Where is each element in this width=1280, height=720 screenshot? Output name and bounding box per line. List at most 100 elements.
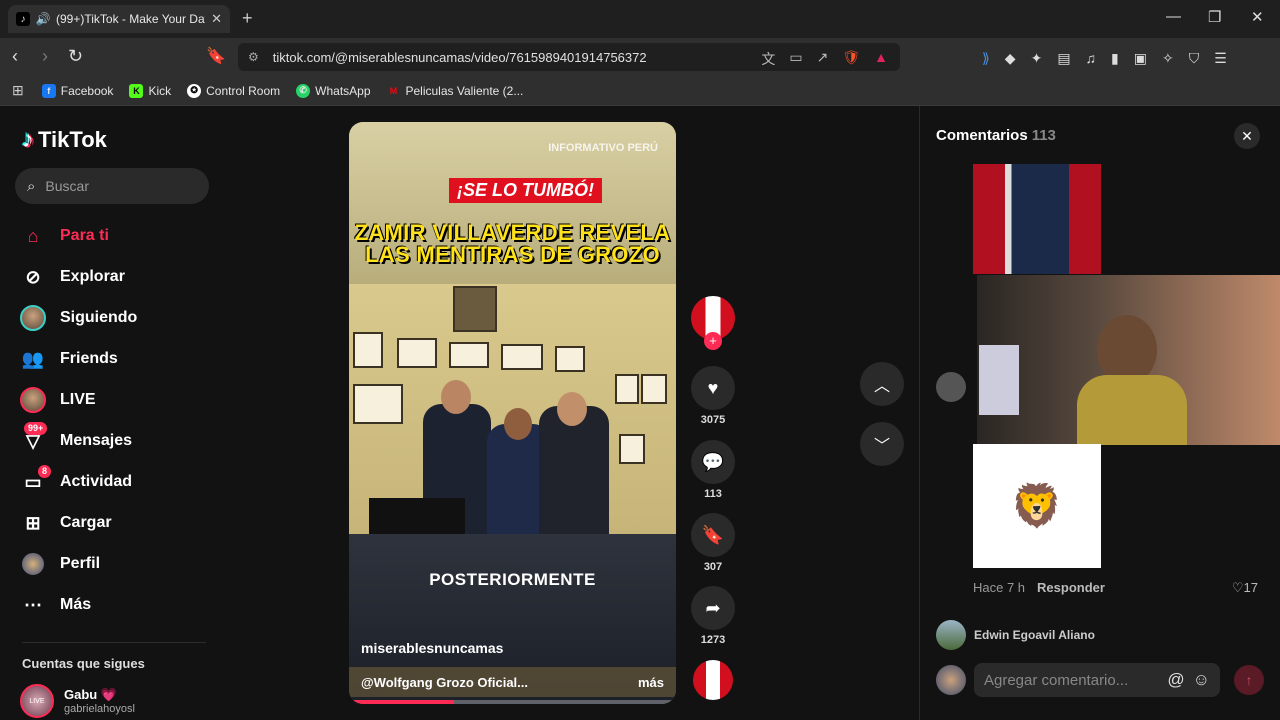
bookmark-control-room[interactable]: ✪ Control Room bbox=[187, 83, 280, 98]
sidebar-item-label: Más bbox=[60, 596, 92, 613]
previous-video-button[interactable]: ︿ bbox=[860, 362, 904, 406]
vpn-icon[interactable]: ⛉ bbox=[1189, 50, 1200, 67]
comment-input[interactable]: Agregar comentario... @ ☺ bbox=[974, 663, 1220, 697]
comment-like-button[interactable]: ♡17 bbox=[1232, 580, 1258, 596]
commenter-avatar[interactable] bbox=[936, 372, 966, 402]
share-button[interactable]: ➦ 1273 bbox=[690, 586, 736, 646]
following-avatar-icon bbox=[20, 305, 46, 331]
next-video-button[interactable]: ﹀ bbox=[860, 422, 904, 466]
following-name: Gabu bbox=[64, 687, 98, 702]
mention-icon[interactable]: @ bbox=[1167, 670, 1184, 690]
heart-icon: ♥ bbox=[691, 366, 735, 410]
sidebar-item-para-ti[interactable]: ⌂ Para ti bbox=[20, 223, 109, 249]
chevron-up-icon: ︿ bbox=[873, 378, 890, 395]
search-icon: ⌕ bbox=[27, 177, 36, 195]
address-bar[interactable]: ⚙ tiktok.com/@miserablesnuncamas/video/7… bbox=[238, 43, 900, 71]
send-comment-icon[interactable]: ↑ bbox=[1234, 665, 1264, 695]
tiktok-favicon-icon: ♪ bbox=[16, 12, 30, 26]
site-settings-icon[interactable]: ⚙ bbox=[248, 50, 259, 64]
browser-tab[interactable]: ♪ 🔊 (99+)TikTok - Make Your Day ✕ bbox=[8, 5, 230, 33]
reload-icon[interactable]: ↻ bbox=[68, 46, 83, 67]
bookmark-kick[interactable]: K Kick bbox=[129, 83, 171, 98]
emoji-icon[interactable]: ☺ bbox=[1193, 670, 1210, 690]
reader-icon[interactable]: ▤ bbox=[1057, 50, 1070, 67]
video-red-headline: ¡SE LO TUMBÓ! bbox=[449, 178, 602, 203]
follow-plus-icon[interactable]: + bbox=[704, 332, 722, 350]
search-input[interactable]: ⌕ Buscar bbox=[15, 168, 209, 204]
extension-1-icon[interactable]: ◆ bbox=[1005, 50, 1016, 67]
like-button[interactable]: ♥ 3075 bbox=[690, 366, 736, 426]
activity-badge: 8 bbox=[38, 465, 52, 478]
home-icon: ⌂ bbox=[27, 225, 39, 246]
menu-icon[interactable]: ☰ bbox=[1214, 50, 1227, 67]
forward-icon[interactable]: › bbox=[42, 46, 48, 67]
sidebar-item-perfil[interactable]: Perfil bbox=[20, 551, 100, 577]
back-icon[interactable]: ‹ bbox=[12, 46, 18, 67]
brand-name: TikTok bbox=[38, 127, 107, 152]
comment-item[interactable]: Edwin Egoavil Aliano bbox=[936, 620, 1095, 650]
cast-icon[interactable]: ▭ bbox=[789, 49, 802, 69]
video-progress-bar[interactable] bbox=[349, 700, 676, 704]
new-tab-icon[interactable]: + bbox=[242, 8, 253, 29]
sidebar-item-mas[interactable]: ⋯ Más bbox=[20, 592, 91, 618]
media-icon[interactable]: ♫ bbox=[1086, 50, 1097, 67]
brave-rewards-icon[interactable]: ▲ bbox=[874, 49, 888, 69]
sidebar-item-explorar[interactable]: ⊘ Explorar bbox=[20, 264, 124, 290]
video-player[interactable]: INFORMATIVO PERÚ ¡SE LO TUMBÓ! ZAMIR VIL… bbox=[349, 122, 676, 704]
bookmark-peliculas[interactable]: M Peliculas Valiente (2... bbox=[387, 84, 524, 98]
close-comments-icon[interactable]: ✕ bbox=[1234, 123, 1260, 149]
like-count: 3075 bbox=[700, 414, 726, 426]
creator-avatar[interactable]: + bbox=[690, 296, 736, 350]
sidebar-item-cargar[interactable]: ⊞ Cargar bbox=[20, 510, 112, 536]
share-count: 1273 bbox=[700, 634, 726, 646]
minimize-icon[interactable]: — bbox=[1166, 8, 1181, 25]
window-close-icon[interactable]: ✕ bbox=[1251, 8, 1264, 26]
sidebar-item-label: Friends bbox=[60, 350, 118, 367]
sound-avatar[interactable] bbox=[690, 660, 736, 700]
peru-flag-avatar: + bbox=[691, 296, 735, 350]
following-section-title: Cuentas que sigues bbox=[22, 656, 145, 671]
leo-icon[interactable]: ✧ bbox=[1162, 50, 1174, 67]
live-icon bbox=[20, 387, 46, 413]
following-account[interactable]: LIVE Gabu 💗 gabrielahoyosl bbox=[20, 684, 135, 718]
wallet-2-icon[interactable]: ▣ bbox=[1134, 50, 1147, 67]
share-icon[interactable]: ↗ bbox=[817, 49, 829, 69]
control-room-icon: ✪ bbox=[187, 83, 202, 98]
kick-icon: K bbox=[129, 83, 144, 98]
sidebar-item-live[interactable]: LIVE bbox=[20, 387, 96, 413]
apps-grid-icon[interactable]: ⊞ bbox=[12, 82, 24, 99]
sidebar-item-siguiendo[interactable]: Siguiendo bbox=[20, 305, 137, 331]
tiktok-logo[interactable]: ♪ TikTok bbox=[22, 126, 107, 154]
bookmark-facebook[interactable]: f Facebook bbox=[41, 83, 113, 98]
video-progress-fill bbox=[349, 700, 454, 704]
video-headline-line1: ZAMIR VILLAVERDE REVELA bbox=[354, 220, 671, 245]
sidebar-item-mensajes[interactable]: ▽ 99+ Mensajes bbox=[20, 422, 132, 454]
sidebar: ♪ TikTok ⌕ Buscar ⌂ Para ti ⊘ Explorar S… bbox=[0, 106, 220, 720]
bookmark-whatsapp[interactable]: ✆ WhatsApp bbox=[296, 83, 371, 98]
more-link[interactable]: más bbox=[638, 675, 664, 690]
comments-title: Comentarios 113 bbox=[936, 127, 1056, 144]
extensions-icon[interactable]: ✦ bbox=[1031, 50, 1043, 67]
heart-emoji-icon: 💗 bbox=[100, 687, 118, 702]
sidebar-item-actividad[interactable]: ▭ 8 Actividad bbox=[20, 465, 132, 495]
brave-shields-icon[interactable]: 🛡 bbox=[842, 49, 860, 69]
audio-playing-icon[interactable]: 🔊 bbox=[36, 12, 51, 26]
video-description[interactable]: @Wolfgang Grozo Oficial... más bbox=[349, 667, 676, 697]
sidebar-item-friends[interactable]: 👥 Friends bbox=[20, 346, 118, 372]
wallet-icon[interactable]: ⟫ bbox=[982, 50, 990, 67]
restore-icon[interactable]: ❐ bbox=[1208, 8, 1221, 26]
video-author[interactable]: miserablesnuncamas bbox=[361, 640, 503, 656]
translate-icon[interactable]: 文 bbox=[761, 49, 775, 69]
sidebar-item-label: Cargar bbox=[60, 514, 112, 531]
close-tab-icon[interactable]: ✕ bbox=[211, 11, 222, 27]
search-placeholder: Buscar bbox=[45, 178, 89, 194]
video-description-text: @Wolfgang Grozo Oficial... bbox=[361, 674, 528, 690]
comment-button[interactable]: 💬 113 bbox=[690, 440, 736, 500]
bookmark-icon[interactable]: 🔖 bbox=[206, 46, 226, 66]
comment-lion-sticker: 🦁 bbox=[973, 444, 1101, 568]
sidebar-icon[interactable]: ▮ bbox=[1111, 50, 1119, 67]
browser-tab-bar: ♪ 🔊 (99+)TikTok - Make Your Day ✕ + — ❐ … bbox=[0, 0, 1280, 38]
reply-button[interactable]: Responder bbox=[1037, 580, 1105, 595]
save-button[interactable]: 🔖 307 bbox=[690, 513, 736, 573]
comment-time: Hace 7 h bbox=[973, 580, 1026, 595]
